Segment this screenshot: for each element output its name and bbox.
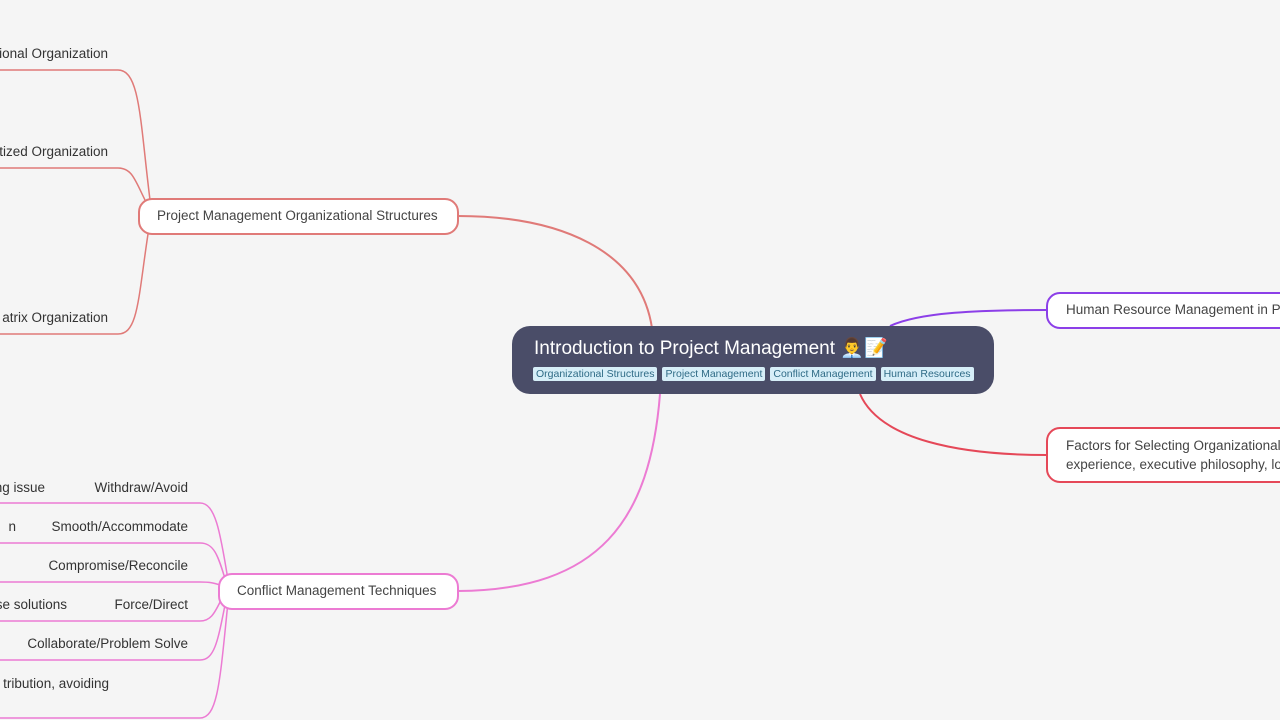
link-factors xyxy=(859,393,1048,456)
link-conflict xyxy=(457,393,661,592)
detail-force[interactable]: se solutions xyxy=(0,597,67,612)
root-topic[interactable]: Introduction to Project Management 👨‍💼📝 … xyxy=(512,326,994,394)
subtopic-smooth-accommodate[interactable]: Smooth/Accommodate xyxy=(51,519,188,534)
link-org-1 xyxy=(0,69,151,201)
detail-smooth[interactable]: n xyxy=(8,519,16,534)
root-title: Introduction to Project Management 👨‍💼📝 xyxy=(534,338,888,359)
subtopic-org-2[interactable]: tized Organization xyxy=(0,144,108,159)
link-org-2 xyxy=(0,167,146,201)
topic-factors-line2: experience, executive philosophy, lo xyxy=(1066,457,1280,472)
topic-factors-line1: Factors for Selecting Organizational xyxy=(1066,438,1280,453)
tag[interactable]: Conflict Management xyxy=(770,367,876,381)
subtopic-org-1[interactable]: ional Organization xyxy=(0,46,108,61)
detail-collaborate[interactable]: tribution, avoiding xyxy=(3,676,109,691)
link-org-structures xyxy=(457,215,653,329)
subtopic-collaborate[interactable]: Collaborate/Problem Solve xyxy=(27,636,188,651)
topic-hr-management[interactable]: Human Resource Management in Pro xyxy=(1046,292,1280,329)
subtopic-force-direct[interactable]: Force/Direct xyxy=(114,597,188,612)
topic-conflict-techniques[interactable]: Conflict Management Techniques xyxy=(218,573,459,610)
link-hr xyxy=(889,309,1048,327)
tag[interactable]: Project Management xyxy=(662,367,766,381)
topic-org-structures[interactable]: Project Management Organizational Struct… xyxy=(138,198,459,235)
detail-withdraw[interactable]: ng issue xyxy=(0,480,45,495)
subtopic-withdraw-avoid[interactable]: Withdraw/Avoid xyxy=(94,480,188,495)
link-conflict-3 xyxy=(0,581,221,586)
tag[interactable]: Human Resources xyxy=(880,367,974,381)
subtopic-compromise-reconcile[interactable]: Compromise/Reconcile xyxy=(48,558,188,573)
topic-factors[interactable]: Factors for Selecting Organizational exp… xyxy=(1046,427,1280,483)
tag-list: Organizational Structures Project Manage… xyxy=(533,367,994,381)
tag[interactable]: Organizational Structures xyxy=(533,367,658,381)
subtopic-org-3[interactable]: atrix Organization xyxy=(2,310,108,325)
